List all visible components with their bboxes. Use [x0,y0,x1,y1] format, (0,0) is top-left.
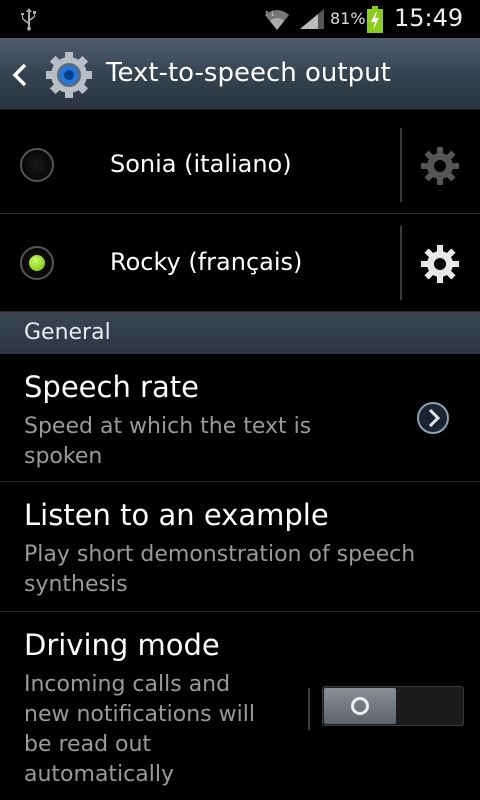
engine-label: Sonia (italiano) [110,150,292,178]
toggle-off-icon [351,697,369,715]
pref-summary: Incoming calls and [24,672,231,697]
pref-speech-rate[interactable]: Speech rate Speed at which the text is s… [0,354,480,482]
battery-percent: 81% [330,9,366,28]
page-title: Text-to-speech output [106,58,391,88]
usb-icon [21,8,36,31]
pref-summary: spoken [24,444,103,469]
toggle-divider [308,688,310,730]
engine-radio-rocky[interactable] [20,246,54,280]
pref-summary: Speed at which the text is [24,414,312,439]
pref-title: Listen to an example [24,498,329,532]
radio-selected-dot [29,255,45,271]
pref-summary: synthesis [24,572,128,597]
pref-title: Driving mode [24,628,220,662]
toggle-thumb[interactable] [324,688,396,724]
settings-gear-app-icon[interactable] [44,50,94,100]
svg-text:↑↓: ↑↓ [264,10,276,18]
engine-row-rocky[interactable]: Rocky (français) [0,214,480,312]
pref-summary: new notifications will [24,702,255,727]
action-bar: Text-to-speech output [0,38,480,110]
section-header-general: General [0,312,480,354]
section-label: General [24,320,111,345]
pref-summary: be read out [24,732,152,757]
pref-summary: Play short demonstration of speech [24,542,416,567]
row-divider [400,226,402,300]
clock: 15:49 [394,4,464,32]
engine-label: Rocky (français) [110,248,303,276]
back-chevron-icon[interactable] [10,62,30,88]
battery-charging-icon [367,6,383,33]
engine-radio-sonia[interactable] [20,148,54,182]
wifi-icon: ↑↓ [264,10,289,31]
engine-settings-gear-icon[interactable] [420,146,460,186]
engine-settings-gear-icon[interactable] [420,244,460,284]
pref-title: Speech rate [24,370,199,404]
pref-listen-example[interactable]: Listen to an example Play short demonstr… [0,482,480,612]
engine-row-sonia[interactable]: Sonia (italiano) [0,116,480,214]
pref-summary: automatically [24,762,174,787]
row-divider [400,128,402,202]
driving-mode-toggle[interactable] [322,686,464,726]
signal-icon [300,9,324,29]
status-bar: ↑↓ 81% 15:49 [0,0,480,38]
chevron-right-icon[interactable] [416,401,450,435]
